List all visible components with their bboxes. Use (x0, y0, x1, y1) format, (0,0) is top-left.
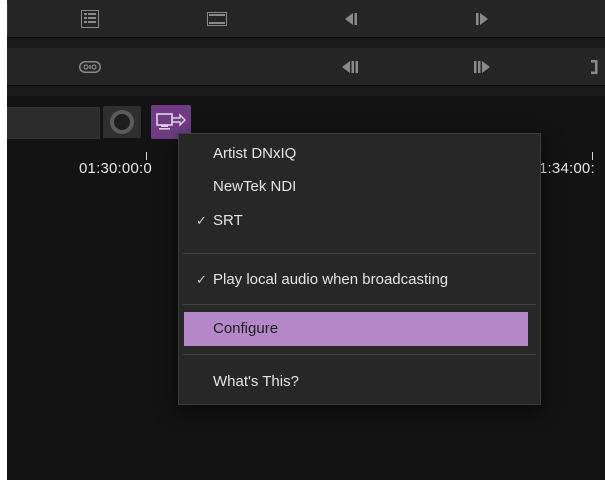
record-icon (110, 110, 134, 134)
mark-out-button[interactable] (585, 48, 605, 85)
previous-edit-button[interactable] (331, 48, 371, 85)
menu-item-artist-dnxiq[interactable]: Artist DNxIQ (179, 137, 540, 171)
ruler-tick (146, 152, 147, 160)
menu-separator (183, 304, 536, 305)
ruler-timecode-right: 1:34:00: (539, 160, 595, 177)
list-icon (81, 9, 99, 28)
toolbar-row-2 (7, 48, 605, 86)
menu-item-whats-this[interactable]: What's This? (179, 365, 540, 399)
clip-name-field[interactable] (7, 107, 100, 139)
next-edit-icon (474, 60, 490, 73)
menu-item-label: Play local audio when broadcasting (213, 271, 449, 288)
menu-item-label: NewTek NDI (213, 178, 297, 195)
broadcast-output-icon (156, 113, 186, 130)
filmstrip-icon (207, 11, 227, 26)
mark-out-icon (591, 59, 598, 74)
toolbar-row-1 (7, 0, 605, 38)
toolbar-gap (7, 38, 605, 48)
broadcast-output-menu: Artist DNxIQ NewTek NDI ✓ SRT ✓ Play loc… (178, 133, 541, 405)
menu-item-label: What's This? (213, 373, 299, 390)
ruler-tick (592, 152, 593, 160)
filmstrip-button[interactable] (197, 0, 237, 37)
step-back-icon (345, 12, 357, 25)
step-forward-icon (476, 12, 488, 25)
step-back-button[interactable] (331, 0, 371, 37)
menu-separator (183, 253, 536, 254)
toolbar-gap (7, 86, 605, 96)
checkmark-icon: ✓ (196, 213, 207, 228)
next-edit-button[interactable] (462, 48, 502, 85)
menu-separator (183, 354, 536, 355)
menu-item-label: Configure (213, 320, 279, 337)
menu-item-play-local-audio[interactable]: ✓ Play local audio when broadcasting (179, 263, 540, 297)
loop-icon (79, 60, 101, 73)
step-forward-button[interactable] (462, 0, 502, 37)
app-window: 01:30:00:0 1:34:00: Artist DNxIQ NewTek … (7, 0, 605, 480)
checkmark-icon: ✓ (196, 272, 207, 287)
menu-item-configure[interactable]: Configure (184, 312, 528, 346)
menu-item-label: SRT (213, 212, 243, 229)
ruler-timecode-left: 01:30:00:0 (79, 160, 152, 177)
toolbar-divider (7, 4, 8, 33)
list-view-button[interactable] (70, 0, 110, 37)
menu-item-newtek-ndi[interactable]: NewTek NDI (179, 170, 540, 204)
menu-item-label: Artist DNxIQ (213, 145, 297, 162)
prev-edit-icon (342, 60, 358, 73)
menu-item-srt[interactable]: ✓ SRT (179, 204, 540, 238)
loop-button[interactable] (70, 48, 110, 85)
